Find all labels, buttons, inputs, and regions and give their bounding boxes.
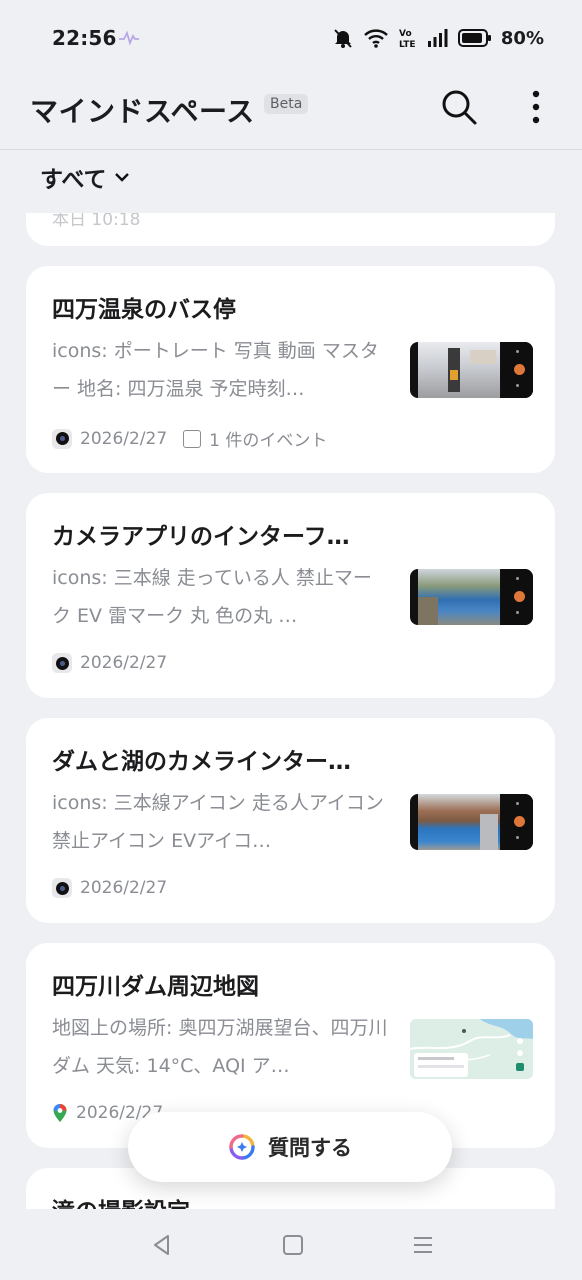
dam-lake-photo bbox=[418, 569, 500, 625]
card-title: 四万川ダム周辺地図 bbox=[52, 974, 259, 1000]
signal-icon bbox=[427, 29, 448, 47]
status-bar: 22:56 Vo LTE 80% bbox=[0, 0, 582, 76]
back-icon[interactable] bbox=[148, 1231, 176, 1259]
checkbox-event-icon bbox=[183, 429, 202, 448]
camera-source-icon bbox=[52, 428, 72, 449]
filter-label: すべて bbox=[40, 167, 107, 193]
header-divider bbox=[0, 149, 582, 150]
card-meta: 本日 10:18 bbox=[52, 213, 140, 230]
card-thumbnail bbox=[410, 342, 533, 398]
card-meta: 2026/2/27 1 件のイベント bbox=[52, 426, 327, 451]
chevron-down-icon bbox=[115, 173, 130, 182]
card-thumbnail bbox=[410, 1019, 533, 1079]
card-meta: 2026/2/27 bbox=[52, 653, 167, 673]
card-title: 四万温泉のバス停 bbox=[52, 297, 236, 323]
ai-sparkle-icon bbox=[229, 1134, 255, 1160]
card-title: 滝の撮影設定 bbox=[52, 1192, 392, 1209]
card-event-count: 1 件のイベント bbox=[209, 431, 328, 451]
dam-lake-photo bbox=[418, 794, 500, 850]
card-date: 本日 10:18 bbox=[52, 213, 141, 230]
map-preview bbox=[410, 1019, 533, 1079]
card-date: 2026/2/27 bbox=[80, 878, 168, 898]
filter-dropdown[interactable]: すべて bbox=[40, 160, 130, 194]
card-snippet: icons: 三本線アイコン 走る人アイコン 禁止アイコン EVアイコ… bbox=[52, 792, 384, 852]
memory-card[interactable]: 四万温泉のバス停 icons: ポートレート 写真 動画 マスター 地名: 四万… bbox=[26, 266, 555, 473]
wifi-icon bbox=[364, 29, 388, 48]
card-snippet: icons: 三本線 走っている人 禁止マーク EV 雷マーク 丸 色の丸 … bbox=[52, 567, 372, 627]
recents-menu-icon[interactable] bbox=[409, 1231, 437, 1259]
beta-badge: Beta bbox=[264, 94, 309, 114]
camera-source-icon bbox=[52, 653, 72, 673]
camera-source-icon bbox=[52, 878, 72, 898]
memory-feed[interactable]: 本日 10:18 四万温泉のバス停 icons: ポートレート 写真 動画 マス… bbox=[0, 213, 582, 1209]
memory-card[interactable]: ダムと湖のカメラインター… icons: 三本線アイコン 走る人アイコン 禁止ア… bbox=[26, 718, 555, 923]
ask-button-label: 質問する bbox=[268, 1136, 352, 1160]
status-icons: Vo LTE 80% bbox=[332, 24, 544, 52]
card-title: カメラアプリのインターフ… bbox=[52, 524, 350, 550]
navigation-bar bbox=[0, 1209, 582, 1280]
home-icon[interactable] bbox=[279, 1231, 307, 1259]
card-snippet: icons: ポートレート 写真 動画 マスター 地名: 四万温泉 予定時刻… bbox=[52, 340, 379, 400]
status-time: 22:56 bbox=[52, 26, 117, 50]
app-title: マインドスペース bbox=[30, 95, 255, 128]
ask-button[interactable]: 質問する bbox=[128, 1112, 452, 1182]
card-thumbnail bbox=[410, 794, 533, 850]
memory-card[interactable]: カメラアプリのインターフ… icons: 三本線 走っている人 禁止マーク EV… bbox=[26, 493, 555, 698]
card-date: 2026/2/27 bbox=[80, 428, 168, 449]
memory-card-partial-top[interactable]: 本日 10:18 bbox=[26, 213, 555, 246]
volte-icon: Vo LTE bbox=[399, 29, 416, 49]
bus-stop-photo bbox=[418, 342, 500, 398]
svg-text:Vo: Vo bbox=[399, 29, 412, 39]
card-date: 2026/2/27 bbox=[80, 653, 168, 673]
more-options-button[interactable] bbox=[520, 86, 552, 128]
pulse-icon bbox=[119, 30, 139, 46]
bell-off-icon bbox=[334, 29, 352, 48]
card-thumbnail bbox=[410, 569, 533, 625]
battery-icon bbox=[457, 29, 491, 47]
card-title: ダムと湖のカメラインター… bbox=[52, 749, 351, 775]
map-pin-icon bbox=[53, 1104, 67, 1122]
card-meta: 2026/2/27 bbox=[52, 878, 167, 898]
battery-percent: 80% bbox=[500, 27, 544, 49]
svg-text:LTE: LTE bbox=[399, 40, 416, 49]
search-button[interactable] bbox=[438, 86, 480, 128]
card-snippet: 地図上の場所: 奥四万湖展望台、四万川ダム 天気: 14°C、AQI ア… bbox=[52, 1017, 388, 1077]
